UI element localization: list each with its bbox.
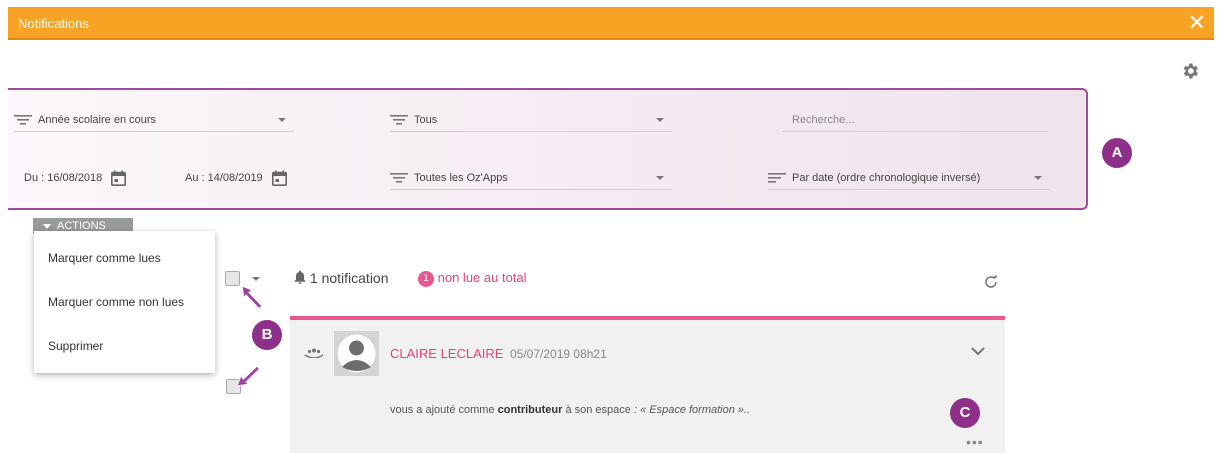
date-to-field[interactable]: Au : 14/08/2019 — [185, 170, 287, 186]
filter-panel: Année scolaire en cours Tous Recherche..… — [8, 88, 1088, 210]
message-space: : « Espace formation ».. — [633, 404, 751, 416]
actions-menu: Marquer comme lues Marquer comme non lue… — [34, 231, 215, 373]
menu-item-delete[interactable]: Supprimer — [48, 339, 103, 353]
type-select-value: Tous — [414, 114, 438, 126]
unread-summary: 1 non lue au total — [418, 270, 527, 287]
title-bar: Notifications ✕ — [8, 7, 1214, 40]
menu-item-mark-read[interactable]: Marquer comme lues — [48, 251, 161, 265]
message-role: contributeur — [497, 404, 563, 416]
refresh-icon[interactable] — [983, 274, 999, 290]
search-placeholder: Recherche... — [792, 114, 855, 126]
year-select[interactable]: Année scolaire en cours — [14, 108, 294, 132]
date-to-value: Au : 14/08/2019 — [185, 171, 263, 184]
search-input[interactable]: Recherche... — [782, 108, 1048, 132]
apps-select[interactable]: Toutes les Oz'Apps — [390, 166, 672, 190]
more-icon[interactable]: ••• — [966, 434, 984, 450]
filter-icon — [390, 173, 408, 183]
notification-author[interactable]: CLAIRE LECLAIRE — [390, 346, 503, 361]
close-icon[interactable]: ✕ — [1188, 10, 1206, 36]
gear-icon[interactable] — [1180, 61, 1200, 81]
date-from-field[interactable]: Du : 16/08/2018 — [24, 170, 127, 186]
pointer-arrow-icon — [241, 285, 263, 310]
filter-icon — [390, 115, 408, 125]
sort-icon — [768, 173, 786, 183]
annotation-badge-b: B — [252, 320, 282, 350]
annotation-badge-a: A — [1102, 138, 1132, 168]
pointer-arrow-icon — [236, 365, 261, 387]
date-from-value: Du : 16/08/2018 — [24, 171, 103, 184]
chevron-down-icon — [656, 176, 664, 180]
calendar-icon[interactable] — [271, 170, 287, 186]
message-prefix: vous a ajouté comme — [390, 404, 498, 416]
sort-select[interactable]: Par date (ordre chronologique inversé) — [768, 166, 1050, 190]
calendar-icon[interactable] — [111, 170, 127, 186]
chevron-down-icon — [278, 118, 286, 122]
unread-text: non lue au total — [437, 270, 527, 285]
notification-card[interactable]: CLAIRE LECLAIRE 05/07/2019 08h21 vous a … — [290, 316, 1005, 453]
year-select-value: Année scolaire en cours — [38, 114, 157, 126]
notification-message: vous a ajouté comme contributeur à son e… — [390, 404, 750, 416]
notification-count: 1 notification — [294, 270, 389, 286]
apps-select-value: Toutes les Oz'Apps — [414, 172, 508, 184]
message-middle: à son espace — [562, 404, 634, 416]
avatar — [334, 331, 379, 376]
group-icon — [304, 348, 324, 358]
menu-item-mark-unread[interactable]: Marquer comme non lues — [48, 295, 184, 309]
notification-count-text: 1 notification — [309, 270, 389, 286]
chevron-down-icon — [656, 118, 664, 122]
chevron-down-icon — [1034, 176, 1042, 180]
notification-datetime: 05/07/2019 08h21 — [510, 347, 607, 361]
unread-count-badge: 1 — [418, 270, 434, 287]
sort-select-value: Par date (ordre chronologique inversé) — [792, 172, 981, 184]
bell-icon — [294, 270, 306, 284]
chevron-down-icon[interactable] — [970, 346, 986, 356]
chevron-down-icon — [43, 223, 51, 229]
filter-icon — [14, 115, 32, 125]
notifications-window: Notifications ✕ Année scolaire en cours … — [0, 0, 1219, 453]
window-title: Notifications — [18, 16, 89, 31]
chevron-down-icon[interactable] — [252, 277, 260, 281]
annotation-badge-c: C — [950, 398, 980, 428]
type-select[interactable]: Tous — [390, 108, 672, 132]
